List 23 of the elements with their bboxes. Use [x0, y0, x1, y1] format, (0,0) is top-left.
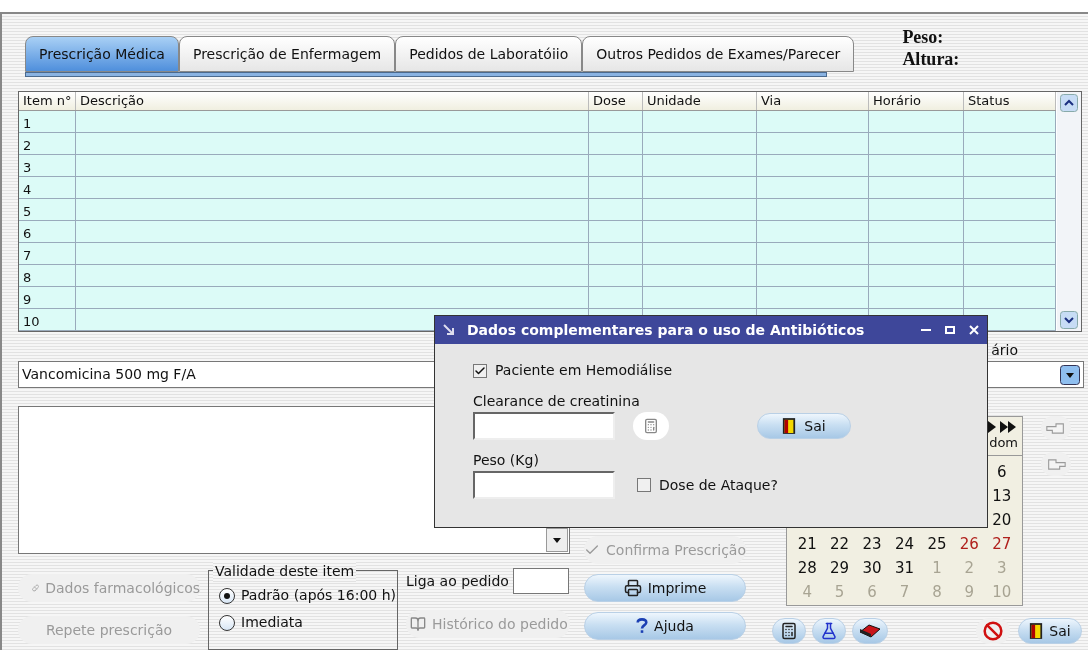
- checkbox-label: Paciente em Hemodiálise: [495, 361, 673, 380]
- weight-label: Peso:: [902, 26, 945, 48]
- weekday-header: dom: [988, 434, 1018, 452]
- checkbox-label: Dose de Ataque?: [659, 475, 778, 495]
- table-cell: 9: [19, 286, 76, 308]
- field-label: ário: [991, 341, 1018, 361]
- table-cell: 6: [19, 220, 76, 242]
- table-cell: 4: [19, 176, 76, 198]
- field-label: Clearance de creatinina: [473, 392, 641, 411]
- radio-label: Padrão (após 16:00 h): [241, 586, 396, 605]
- table-cell: 8: [19, 264, 76, 286]
- table-cell: 2: [19, 132, 76, 154]
- table-cell: 5: [19, 198, 76, 220]
- table-cell: 7: [19, 242, 76, 264]
- field-label: Peso (Kg): [473, 451, 540, 470]
- radio-label: Imediata: [241, 613, 303, 632]
- table-cell: 3: [19, 154, 76, 176]
- dialog-title: Dados complementares para o uso de Antibióticos: [467, 320, 865, 340]
- height-label: Altura:: [902, 48, 960, 70]
- field-label: Liga ao pedido: [406, 571, 509, 591]
- table-cell: 10: [19, 308, 76, 330]
- group-title: Validade deste item: [213, 561, 357, 582]
- table-cell: 1: [19, 110, 76, 132]
